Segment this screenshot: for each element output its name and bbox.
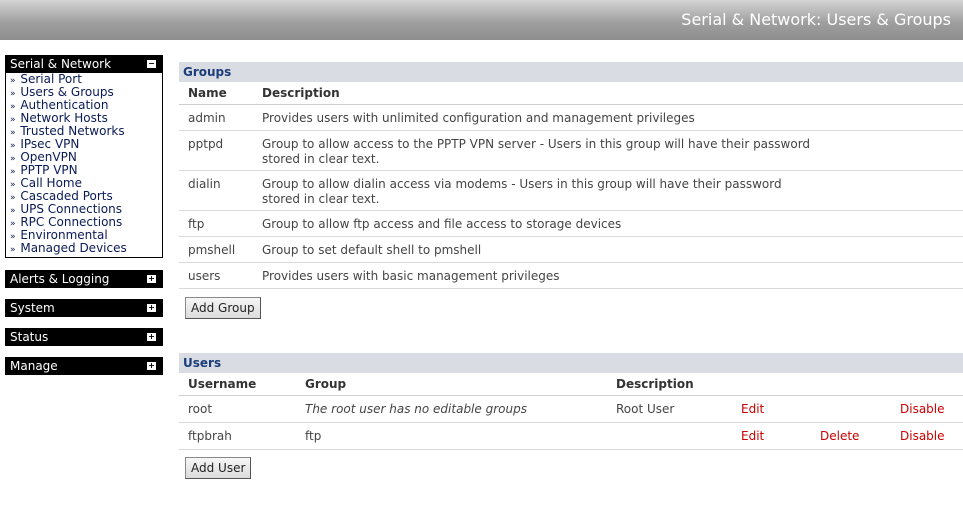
table-row: pmshell Group to set default shell to pm… xyxy=(179,237,963,263)
user-name: ftpbrah xyxy=(188,429,232,443)
table-row: ftp Group to allow ftp access and file a… xyxy=(179,211,963,237)
group-description: Group to allow dialin access via modems … xyxy=(262,177,782,206)
column-username: Username xyxy=(188,377,257,391)
main-content: Groups Name Description admin Provides u… xyxy=(179,62,963,479)
sidebar: Serial & Network − » Serial Port » Users… xyxy=(5,55,163,386)
group-name: users xyxy=(188,269,221,283)
group-description: Group to allow ftp access and file acces… xyxy=(262,217,622,231)
table-row: root The root user has no editable group… xyxy=(179,396,963,423)
page-title: Serial & Network: Users & Groups xyxy=(681,10,951,29)
table-row: ftpbrah ftp Edit Delete Disable xyxy=(179,423,963,450)
group-name: pptpd xyxy=(188,137,224,151)
edit-user-link[interactable]: Edit xyxy=(741,429,764,443)
menu-serial-network[interactable]: Serial & Network − xyxy=(5,55,163,73)
sidebar-item-managed-devices[interactable]: » Managed Devices xyxy=(10,242,162,256)
collapse-icon[interactable]: − xyxy=(147,60,156,68)
groups-section-title: Groups xyxy=(179,62,963,82)
menu-status[interactable]: Status + xyxy=(5,328,163,346)
group-description: Provides users with unlimited configurat… xyxy=(262,111,695,125)
user-group: ftp xyxy=(305,429,322,443)
user-name: root xyxy=(188,402,213,416)
disable-user-link[interactable]: Disable xyxy=(900,429,945,443)
delete-user-link[interactable]: Delete xyxy=(820,429,859,443)
menu-alerts-logging-label: Alerts & Logging xyxy=(10,272,110,286)
users-table-header: Username Group Description xyxy=(179,373,963,396)
menu-alerts-logging[interactable]: Alerts & Logging + xyxy=(5,270,163,288)
menu-system-label: System xyxy=(10,301,55,315)
column-description: Description xyxy=(616,377,694,391)
menu-manage-label: Manage xyxy=(10,359,58,373)
serial-network-submenu: » Serial Port » Users & Groups » Authent… xyxy=(5,73,163,258)
menu-manage[interactable]: Manage + xyxy=(5,357,163,375)
expand-icon[interactable]: + xyxy=(147,275,156,283)
table-row: users Provides users with basic manageme… xyxy=(179,263,963,289)
column-description: Description xyxy=(262,86,340,100)
expand-icon[interactable]: + xyxy=(147,362,156,370)
table-row: admin Provides users with unlimited conf… xyxy=(179,105,963,131)
expand-icon[interactable]: + xyxy=(147,304,156,312)
column-name: Name xyxy=(188,86,227,100)
expand-icon[interactable]: + xyxy=(147,333,156,341)
table-row: dialin Group to allow dialin access via … xyxy=(179,171,963,211)
disable-user-link[interactable]: Disable xyxy=(900,402,945,416)
groups-table-header: Name Description xyxy=(179,82,963,105)
add-user-button[interactable]: Add User xyxy=(185,457,252,479)
page-header: Serial & Network: Users & Groups xyxy=(0,0,963,40)
add-group-button[interactable]: Add Group xyxy=(185,297,261,319)
group-description: Provides users with basic management pri… xyxy=(262,269,560,283)
group-description: Group to set default shell to pmshell xyxy=(262,243,482,257)
menu-serial-network-label: Serial & Network xyxy=(10,57,112,71)
group-name: pmshell xyxy=(188,243,236,257)
group-name: dialin xyxy=(188,177,221,191)
users-section-title: Users xyxy=(179,353,963,373)
menu-status-label: Status xyxy=(10,330,49,344)
column-group: Group xyxy=(305,377,347,391)
group-name: admin xyxy=(188,111,226,125)
user-group: The root user has no editable groups xyxy=(305,402,527,416)
group-name: ftp xyxy=(188,217,205,231)
groups-actions: Add Group xyxy=(179,289,963,353)
table-row: pptpd Group to allow access to the PPTP … xyxy=(179,131,963,171)
users-actions: Add User xyxy=(179,450,963,479)
group-description: Group to allow access to the PPTP VPN se… xyxy=(262,137,811,166)
user-description: Root User xyxy=(616,402,675,416)
edit-user-link[interactable]: Edit xyxy=(741,402,764,416)
menu-system[interactable]: System + xyxy=(5,299,163,317)
